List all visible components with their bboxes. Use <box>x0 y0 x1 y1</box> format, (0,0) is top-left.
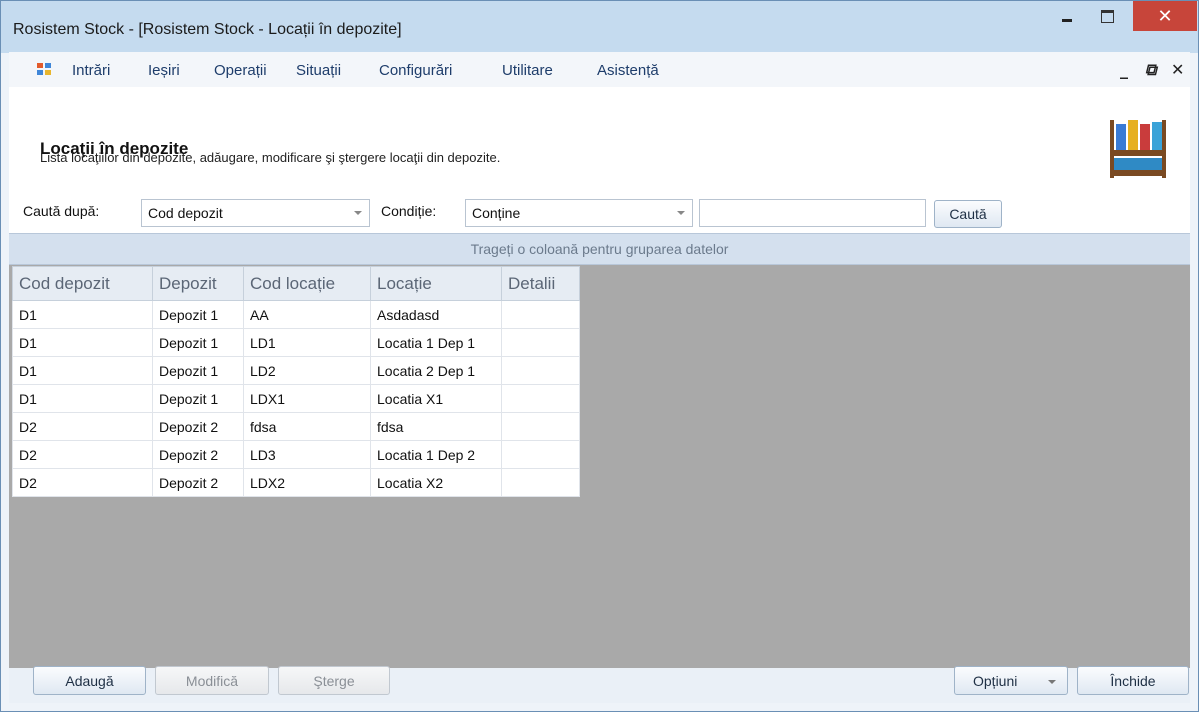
child-restore-icon[interactable]: ⧉ <box>1145 60 1156 80</box>
cell[interactable]: AA <box>243 300 371 329</box>
column-header-locatie[interactable]: Locație <box>370 266 502 301</box>
column-header-detalii[interactable]: Detalii <box>501 266 580 301</box>
cell[interactable]: Locatia 1 Dep 1 <box>370 328 502 357</box>
table-row[interactable]: D1 Depozit 1 LDX1 Locatia X1 <box>12 384 580 413</box>
table-row[interactable]: D1 Depozit 1 LD1 Locatia 1 Dep 1 <box>12 328 580 357</box>
close-button[interactable]: Închide <box>1077 666 1189 695</box>
bookshelf-icon <box>1110 120 1166 178</box>
search-input[interactable] <box>699 199 926 227</box>
cell[interactable] <box>501 412 580 441</box>
chevron-down-icon <box>354 211 362 215</box>
table-row[interactable]: D2 Depozit 2 LDX2 Locatia X2 <box>12 468 580 497</box>
child-close-icon[interactable]: ✕ <box>1171 60 1184 79</box>
cell[interactable]: Depozit 1 <box>152 384 244 413</box>
cell[interactable]: LDX2 <box>243 468 371 497</box>
column-header-depozit[interactable]: Depozit <box>152 266 244 301</box>
cell[interactable]: D1 <box>12 300 153 329</box>
cell[interactable]: Asdadasd <box>370 300 502 329</box>
table-row[interactable]: D2 Depozit 2 fdsa fdsa <box>12 412 580 441</box>
data-grid: Cod depozit Depozit Cod locație Locație … <box>12 266 580 497</box>
chevron-down-icon <box>1048 680 1056 684</box>
condition-dropdown[interactable]: Conține <box>465 199 693 227</box>
cell[interactable]: D1 <box>12 356 153 385</box>
menu-utilitare[interactable]: Utilitare <box>502 62 553 79</box>
window-title: Rosistem Stock - [Rosistem Stock - Locaț… <box>13 21 402 38</box>
menu-operatii[interactable]: Operații <box>214 62 267 79</box>
cell[interactable]: D1 <box>12 384 153 413</box>
cell[interactable] <box>501 440 580 469</box>
condition-label: Condiție: <box>381 203 437 219</box>
chevron-down-icon <box>677 211 685 215</box>
menu-bar: Intrări Ieșiri Operații Situații Configu… <box>9 52 1190 88</box>
cell[interactable]: D1 <box>12 328 153 357</box>
cell[interactable] <box>501 328 580 357</box>
column-header-cod-depozit[interactable]: Cod depozit <box>12 266 153 301</box>
cell[interactable]: Depozit 1 <box>152 356 244 385</box>
close-window-button[interactable]: ✕ <box>1133 1 1197 31</box>
cell[interactable]: fdsa <box>243 412 371 441</box>
cell[interactable]: LD2 <box>243 356 371 385</box>
table-row[interactable]: D1 Depozit 1 AA Asdadasd <box>12 300 580 329</box>
menu-configurari[interactable]: Configurări <box>379 62 452 79</box>
modify-button[interactable]: Modifică <box>155 666 269 695</box>
cell[interactable]: Depozit 2 <box>152 468 244 497</box>
cell[interactable]: Locatia 2 Dep 1 <box>370 356 502 385</box>
cell[interactable]: D2 <box>12 468 153 497</box>
cell[interactable]: D2 <box>12 412 153 441</box>
app-menu-icon[interactable] <box>37 63 51 75</box>
maximize-icon <box>1100 10 1114 23</box>
cell[interactable] <box>501 468 580 497</box>
menu-asistenta[interactable]: Asistență <box>597 62 659 79</box>
cell[interactable] <box>501 384 580 413</box>
table-row[interactable]: D1 Depozit 1 LD2 Locatia 2 Dep 1 <box>12 356 580 385</box>
page-description: Lista locaţiilor din depozite, adăugare,… <box>40 150 501 165</box>
cell[interactable]: LD1 <box>243 328 371 357</box>
cell[interactable]: Depozit 2 <box>152 412 244 441</box>
add-button[interactable]: Adaugă <box>33 666 146 695</box>
cell[interactable]: LDX1 <box>243 384 371 413</box>
cell[interactable]: D2 <box>12 440 153 469</box>
search-button[interactable]: Caută <box>934 200 1002 228</box>
cell[interactable] <box>501 356 580 385</box>
column-header-cod-locatie[interactable]: Cod locație <box>243 266 371 301</box>
menu-iesiri[interactable]: Ieșiri <box>148 62 180 79</box>
cell[interactable]: LD3 <box>243 440 371 469</box>
search-by-dropdown[interactable]: Cod depozit <box>141 199 370 227</box>
options-label: Opțiuni <box>973 672 1018 689</box>
title-bar[interactable]: Rosistem Stock - [Rosistem Stock - Locaț… <box>1 1 1198 53</box>
search-by-label: Caută după: <box>23 203 100 219</box>
group-by-panel[interactable]: Trageți o coloană pentru gruparea datelo… <box>9 233 1190 265</box>
child-minimize-icon[interactable]: _ <box>1120 60 1128 79</box>
cell[interactable]: fdsa <box>370 412 502 441</box>
table-row[interactable]: D2 Depozit 2 LD3 Locatia 1 Dep 2 <box>12 440 580 469</box>
cell[interactable]: Depozit 2 <box>152 440 244 469</box>
cell[interactable] <box>501 300 580 329</box>
cell[interactable]: Depozit 1 <box>152 328 244 357</box>
cell[interactable]: Depozit 1 <box>152 300 244 329</box>
options-button[interactable]: Opțiuni <box>954 666 1068 695</box>
minimize-icon <box>1062 19 1072 22</box>
delete-button[interactable]: Şterge <box>278 666 390 695</box>
cell[interactable]: Locatia X2 <box>370 468 502 497</box>
minimize-button[interactable] <box>1047 1 1087 32</box>
cell[interactable]: Locatia 1 Dep 2 <box>370 440 502 469</box>
close-icon: ✕ <box>1157 5 1173 27</box>
menu-situatii[interactable]: Situații <box>296 62 341 79</box>
maximize-button[interactable] <box>1087 1 1127 32</box>
cell[interactable]: Locatia X1 <box>370 384 502 413</box>
menu-intrari[interactable]: Intrări <box>72 62 110 79</box>
